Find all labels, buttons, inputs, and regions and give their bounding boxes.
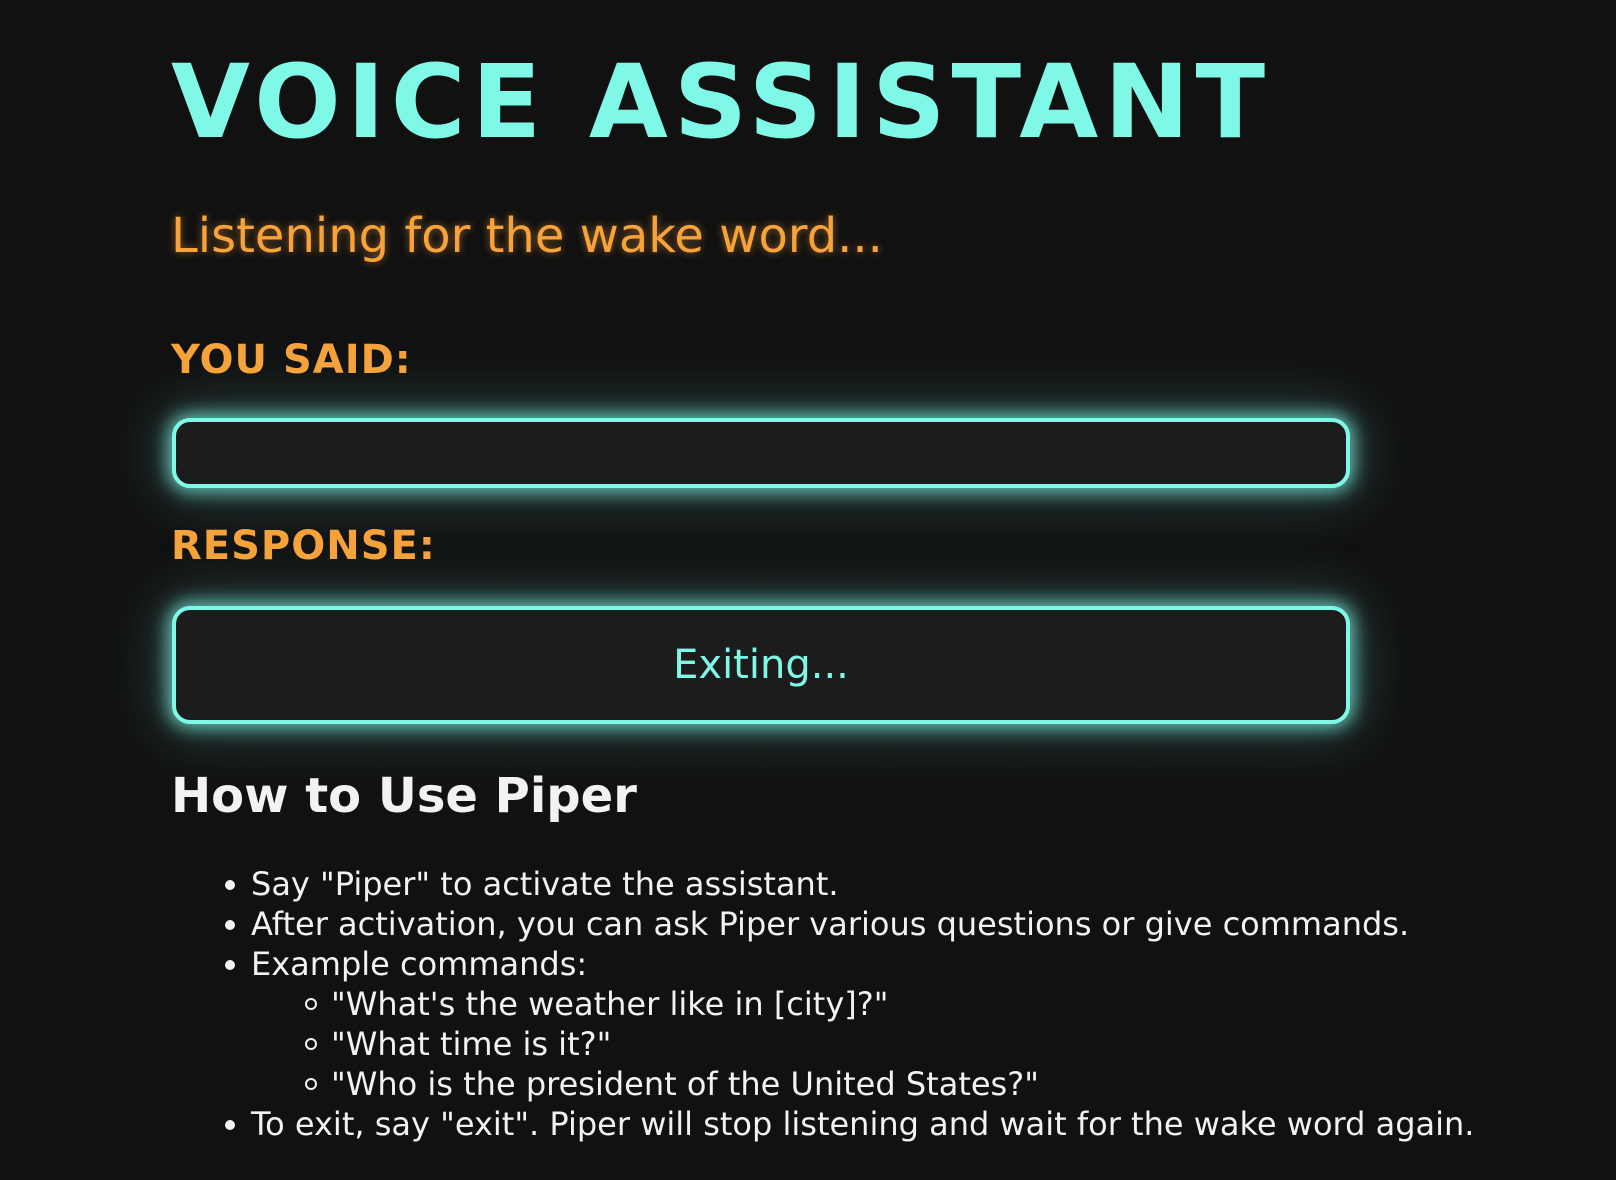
list-item: To exit, say "exit". Piper will stop lis… (225, 1104, 1475, 1144)
response-display: Exiting... (172, 606, 1350, 724)
you-said-display (172, 418, 1350, 488)
bullet-icon (225, 880, 235, 890)
you-said-label: YOU SAID: (171, 337, 412, 383)
instructions-heading: How to Use Piper (171, 768, 637, 824)
list-item: Say "Piper" to activate the assistant. (225, 864, 1474, 904)
page-title: VOICE ASSISTANT (171, 43, 1272, 162)
circle-bullet-icon (305, 1038, 317, 1050)
list-item-text: To exit, say "exit". Piper will stop lis… (251, 1105, 1475, 1143)
list-item-text: Say "Piper" to activate the assistant. (251, 865, 839, 903)
bullet-icon (225, 1120, 235, 1130)
list-item-text: After activation, you can ask Piper vari… (251, 905, 1410, 943)
example-command-item: "What's the weather like in [city]?" (305, 984, 1474, 1024)
example-command-item: "What time is it?" (305, 1024, 1474, 1064)
listening-status: Listening for the wake word... (171, 208, 883, 264)
list-item: Example commands: "What's the weather li… (225, 944, 1474, 1104)
example-command-text: "What time is it?" (331, 1025, 612, 1063)
bullet-icon (225, 960, 235, 970)
response-label: RESPONSE: (171, 523, 436, 569)
bullet-icon (225, 920, 235, 930)
example-command-item: "Who is the president of the United Stat… (305, 1064, 1474, 1104)
list-item-text: Example commands: (251, 945, 588, 983)
list-item: After activation, you can ask Piper vari… (225, 904, 1474, 944)
example-command-text: "What's the weather like in [city]?" (331, 985, 889, 1023)
example-command-text: "Who is the president of the United Stat… (331, 1065, 1039, 1103)
circle-bullet-icon (305, 1078, 317, 1090)
instructions-list: Say "Piper" to activate the assistant. A… (225, 864, 1475, 1144)
example-commands-list: "What's the weather like in [city]?" "Wh… (251, 984, 1474, 1104)
circle-bullet-icon (305, 998, 317, 1010)
